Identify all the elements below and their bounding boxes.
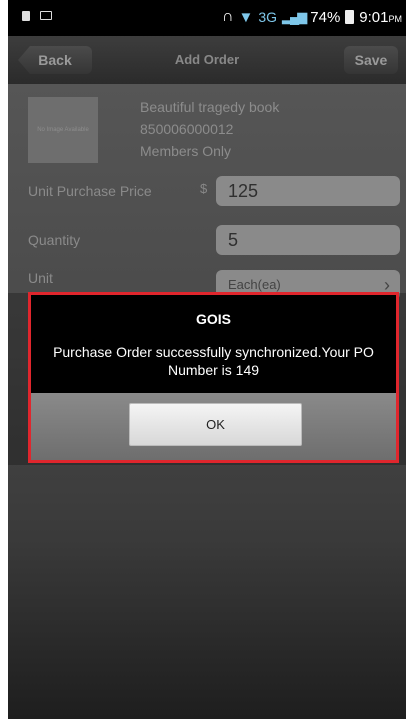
unit-label: Unit <box>28 270 53 286</box>
image-notification-icon <box>40 11 52 20</box>
ampm: PM <box>388 13 403 24</box>
product-code: 850006000012 <box>140 121 234 137</box>
save-button[interactable]: Save <box>344 46 398 74</box>
currency-symbol: $ <box>200 181 208 196</box>
quantity-label: Quantity <box>28 232 81 248</box>
product-name: Beautiful tragedy book <box>140 99 280 115</box>
status-bar: ∩ ▼ 3G ▂▄▆ 74% 9:01PM <box>8 0 406 36</box>
unit-select-value: Each(ea) <box>228 277 281 292</box>
battery-percent: 74% <box>310 8 341 26</box>
unit-price-row: Unit Purchase Price $ 125 <box>8 173 406 209</box>
quantity-row: Quantity 5 <box>8 222 406 258</box>
lock-icon <box>22 11 30 21</box>
wifi-icon: ▼ <box>238 8 254 26</box>
unit-price-label: Unit Purchase Price <box>28 183 152 199</box>
quantity-input[interactable]: 5 <box>216 225 400 255</box>
headphones-icon: ∩ <box>222 8 234 25</box>
product-thumbnail: No Image Available <box>28 97 98 163</box>
battery-icon <box>345 10 355 24</box>
nav-bar: Back Add Order Save <box>8 36 406 84</box>
unit-price-input[interactable]: 125 <box>216 176 400 206</box>
signal-icon: ▂▄▆ <box>282 9 307 24</box>
product-info: Beautiful tragedy book 850006000012 Memb… <box>140 96 279 162</box>
status-right: ∩ ▼ 3G ▂▄▆ 74% 9:01PM <box>222 8 402 26</box>
product-summary: No Image Available Beautiful tragedy boo… <box>8 90 406 170</box>
clock: 9:01PM <box>359 8 403 26</box>
network-type: 3G <box>258 9 278 25</box>
status-left <box>22 11 52 21</box>
product-note: Members Only <box>140 143 232 159</box>
phone-screen: ∩ ▼ 3G ▂▄▆ 74% 9:01PM Back Add Order Sav… <box>8 0 406 719</box>
highlight-box <box>28 292 399 463</box>
